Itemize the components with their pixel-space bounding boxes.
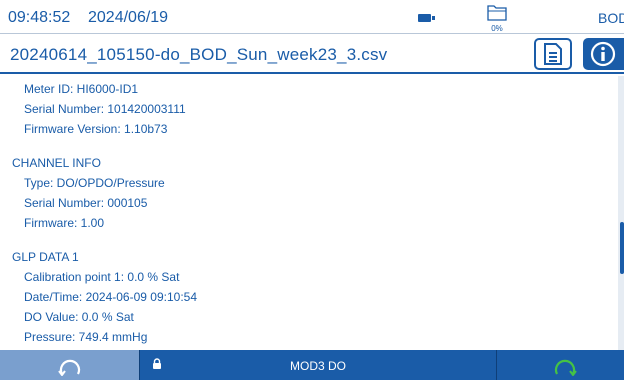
battery-icon xyxy=(418,14,436,22)
info-icon xyxy=(590,41,616,67)
channel-info-heading: CHANNEL INFO xyxy=(12,156,101,170)
mode-label: BOD xyxy=(598,10,624,26)
glp-calibration-point: Calibration point 1: 0.0 % Sat xyxy=(24,270,180,284)
file-title-bar: 20240614_105150-do_BOD_Sun_week23_3.csv xyxy=(0,36,624,74)
refresh-icon xyxy=(58,359,81,376)
bottom-toolbar: MOD3 DO xyxy=(0,350,624,380)
left-softkey[interactable] xyxy=(0,350,140,380)
channel-type: Type: DO/OPDO/Pressure xyxy=(24,176,165,190)
document-button[interactable] xyxy=(534,38,572,70)
info-button[interactable] xyxy=(583,38,624,70)
status-bar: 09:48:52 2024/06/19 0% BOD xyxy=(0,0,624,34)
glp-date-time: Date/Time: 2024-06-09 09:10:54 xyxy=(24,290,197,304)
file-details: Meter ID: HI6000-ID1 Serial Number: 1014… xyxy=(0,76,618,350)
glp-data-heading: GLP DATA 1 xyxy=(12,250,79,264)
meter-id: Meter ID: HI6000-ID1 xyxy=(24,82,139,96)
channel-mode-label: MOD3 DO xyxy=(289,359,346,373)
document-icon xyxy=(544,43,562,65)
glp-do-value: DO Value: 0.0 % Sat xyxy=(24,310,134,324)
storage-indicator: 0% xyxy=(484,3,510,33)
channel-firmware: Firmware: 1.00 xyxy=(24,216,105,230)
scrollbar-thumb[interactable] xyxy=(620,222,624,274)
status-time: 09:48:52 xyxy=(8,9,71,26)
storage-percent: 0% xyxy=(491,24,503,33)
file-name: 20240614_105150-do_BOD_Sun_week23_3.csv xyxy=(10,45,388,64)
right-softkey[interactable] xyxy=(496,350,624,380)
scrollbar-track[interactable] xyxy=(618,76,624,350)
channel-serial: Serial Number: 000105 xyxy=(24,196,148,210)
glp-pressure: Pressure: 749.4 mmHg xyxy=(24,330,148,344)
center-softkey[interactable]: MOD3 DO xyxy=(140,350,496,380)
meter-serial: Serial Number: 101420003111 xyxy=(24,102,186,116)
folder-icon xyxy=(487,5,507,21)
meter-firmware: Firmware Version: 1.10b73 xyxy=(24,122,168,136)
status-date: 2024/06/19 xyxy=(88,9,169,26)
refresh-icon xyxy=(554,359,577,376)
